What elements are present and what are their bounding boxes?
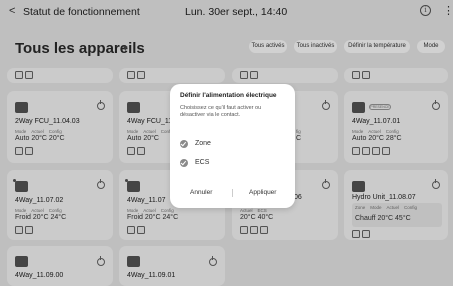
dialog-description: Choisissez ce qu'il faut activer ou désa… [180,105,262,118]
power-supply-dialog: Définir l'alimentation électrique Choisi… [170,84,295,208]
cancel-button[interactable]: Annuler [190,189,212,196]
option-label: Zone [195,140,211,147]
button-divider [232,189,233,197]
check-circle-icon[interactable] [180,140,188,148]
dialog-title: Définir l'alimentation électrique [180,92,277,99]
apply-button[interactable]: Appliquer [249,189,276,196]
option-label: ECS [195,159,210,166]
check-circle-icon[interactable] [180,159,188,167]
